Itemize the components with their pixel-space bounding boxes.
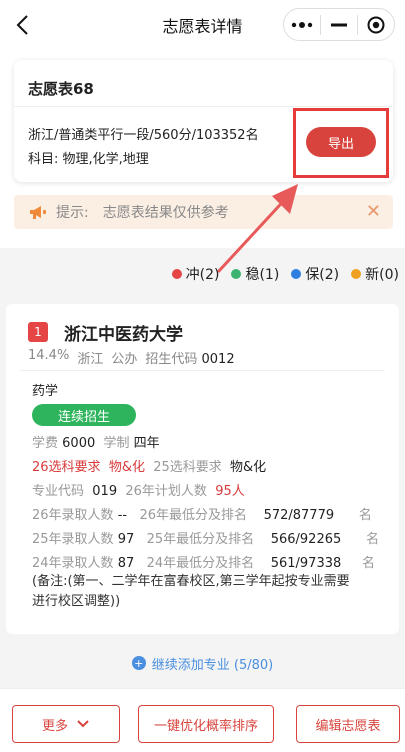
bottom-toolbar: 更多 一键优化概率排序 编辑志愿表 xyxy=(0,688,405,752)
export-button[interactable]: 导出 xyxy=(306,127,376,157)
major-name: 药学 xyxy=(32,384,59,399)
close-icon[interactable]: ✕ xyxy=(366,201,381,222)
plus-icon: + xyxy=(131,656,146,670)
school-meta: 14.4% 浙江 公办 招生代码 0012 xyxy=(28,348,235,367)
edit-volunteer-button[interactable]: 编辑志愿表 xyxy=(296,705,400,743)
divider xyxy=(14,106,393,107)
chevron-left-icon xyxy=(16,15,28,35)
status-badge: 连续招生 xyxy=(32,404,136,426)
minimize-button[interactable] xyxy=(321,9,357,40)
divider xyxy=(20,370,385,371)
legend-bao[interactable]: 保(2) xyxy=(291,264,339,284)
chevron-down-icon xyxy=(77,720,89,728)
admission-26-row: 26年录取人数 -- 26年最低分及排名 572/87779 名 xyxy=(32,508,372,523)
legend-chong[interactable]: 冲(2) xyxy=(171,264,219,284)
export-highlight-box: 导出 xyxy=(293,108,389,178)
back-button[interactable] xyxy=(10,12,34,38)
optimize-sort-button[interactable]: 一键优化概率排序 xyxy=(138,705,274,743)
nav-bar: 志愿表详情 xyxy=(0,0,405,50)
legend-wen[interactable]: 稳(1) xyxy=(231,264,279,284)
plan-row: 专业代码 019 26年计划人数 95人 xyxy=(32,484,245,499)
rank-badge: 1 xyxy=(28,322,48,342)
more-button[interactable]: 更多 xyxy=(12,705,120,743)
volunteer-subjects: 科目: 物理,化学,地理 xyxy=(28,152,149,167)
red-dot-icon xyxy=(171,269,182,279)
admission-25-row: 25年录取人数 97 25年最低分及排名 566/92265 名 xyxy=(32,532,380,547)
page-title: 志愿表详情 xyxy=(162,17,243,36)
fee-row: 学费 6000 学制 四年 xyxy=(32,436,160,451)
mini-program-capsule xyxy=(283,8,395,41)
legend-xin[interactable]: 新(0) xyxy=(351,264,399,284)
orange-dot-icon xyxy=(351,269,362,279)
blue-dot-icon xyxy=(291,269,302,279)
megaphone-icon xyxy=(30,206,46,219)
tip-label: 提示: xyxy=(56,205,89,221)
school-name: 浙江中医药大学 xyxy=(64,325,183,345)
volunteer-name: 志愿表68 xyxy=(28,80,94,98)
target-icon xyxy=(367,16,385,33)
minus-icon xyxy=(331,23,347,26)
admission-24-row: 24年录取人数 87 24年最低分及排名 561/97338 名 xyxy=(32,556,375,571)
note-text: (备注:(第一、二学年在富春校区,第三学年起按专业需要进行校区调整)) xyxy=(32,574,350,609)
green-dot-icon xyxy=(231,269,242,279)
tip-bar: 提示: 志愿表结果仅供参考 ✕ xyxy=(14,195,393,229)
volunteer-card: 志愿表68 浙江/普通类平行一段/560分/103352名 科目: 物理,化学,… xyxy=(14,60,393,182)
add-major-link[interactable]: + 继续添加专业 (5/80) xyxy=(0,648,405,678)
category-legend: 冲(2) 稳(1) 保(2) 新(0) xyxy=(171,264,399,284)
dots-icon xyxy=(291,21,313,28)
requirement-row: 26选科要求 物&化 25选科要求 物&化 xyxy=(32,460,267,475)
volunteer-info: 浙江/普通类平行一段/560分/103352名 xyxy=(28,128,259,143)
school-card[interactable]: 1 浙江中医药大学 14.4% 浙江 公办 招生代码 0012 药学 连续招生 … xyxy=(6,304,399,634)
more-menu-button[interactable] xyxy=(284,9,320,40)
close-miniprogram-button[interactable] xyxy=(358,9,394,40)
